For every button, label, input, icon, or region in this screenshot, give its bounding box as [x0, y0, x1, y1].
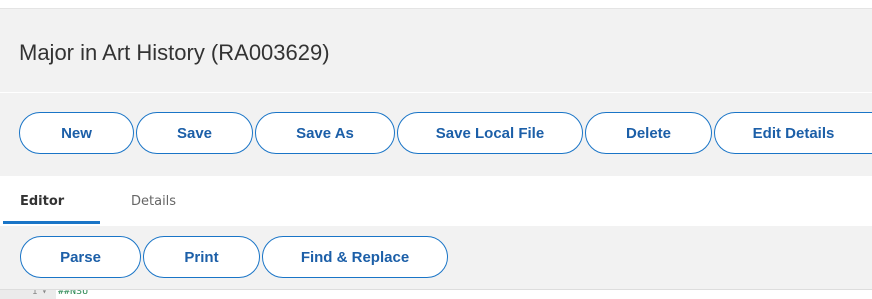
print-button[interactable]: Print [143, 236, 260, 278]
main-toolbar: New Save Save As Save Local File Delete … [0, 92, 872, 176]
save-button[interactable]: Save [136, 112, 253, 154]
find-replace-button[interactable]: Find & Replace [262, 236, 448, 278]
delete-button[interactable]: Delete [585, 112, 712, 154]
page-header: Major in Art History (RA003629) [0, 9, 872, 92]
parse-button[interactable]: Parse [20, 236, 141, 278]
code-line[interactable]: ##NSU [58, 290, 88, 298]
chevron-down-icon[interactable]: ▾ [42, 290, 47, 298]
tab-bar: Editor Details [0, 176, 872, 226]
edit-details-button[interactable]: Edit Details [714, 112, 872, 154]
tab-editor[interactable]: Editor [20, 194, 64, 209]
save-as-button[interactable]: Save As [255, 112, 395, 154]
active-tab-indicator [3, 221, 100, 224]
page-title: Major in Art History (RA003629) [19, 40, 330, 65]
save-local-file-button[interactable]: Save Local File [397, 112, 583, 154]
new-button[interactable]: New [19, 112, 134, 154]
line-number: 1 [32, 290, 38, 297]
tab-details[interactable]: Details [131, 194, 176, 209]
editor-toolbar: Parse Print Find & Replace [0, 226, 872, 289]
